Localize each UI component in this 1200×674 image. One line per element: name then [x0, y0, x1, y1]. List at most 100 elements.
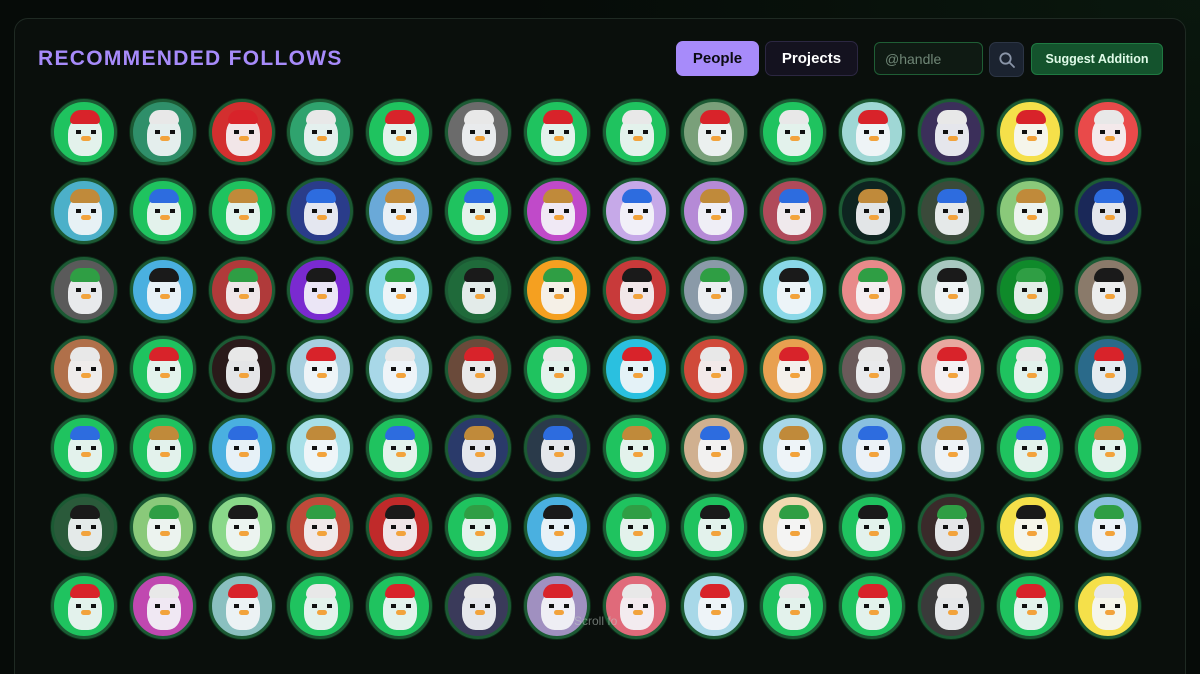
- avatar[interactable]: [51, 415, 117, 481]
- avatar[interactable]: [839, 494, 905, 560]
- avatar[interactable]: [208, 99, 275, 165]
- avatar[interactable]: [839, 415, 905, 481]
- avatar[interactable]: [523, 415, 590, 481]
- avatar[interactable]: [681, 573, 748, 639]
- avatar[interactable]: [523, 257, 590, 323]
- avatar[interactable]: [287, 415, 354, 481]
- avatar[interactable]: [602, 494, 669, 560]
- avatar[interactable]: [1075, 99, 1142, 165]
- avatar[interactable]: [51, 99, 117, 165]
- avatar[interactable]: [51, 178, 117, 244]
- avatar[interactable]: [681, 178, 748, 244]
- avatar[interactable]: [917, 257, 984, 323]
- avatar[interactable]: [366, 178, 433, 244]
- avatar[interactable]: [51, 494, 117, 560]
- avatar[interactable]: [208, 415, 275, 481]
- avatar[interactable]: [917, 178, 984, 244]
- avatar[interactable]: [287, 178, 354, 244]
- avatar[interactable]: [760, 178, 827, 244]
- avatar[interactable]: [51, 336, 117, 402]
- avatar[interactable]: [681, 336, 748, 402]
- avatar[interactable]: [129, 494, 196, 560]
- avatar[interactable]: [602, 99, 669, 165]
- avatar[interactable]: [1075, 573, 1142, 639]
- avatar[interactable]: [366, 573, 433, 639]
- avatar[interactable]: [129, 257, 196, 323]
- avatar[interactable]: [760, 257, 827, 323]
- avatar[interactable]: [51, 257, 117, 323]
- avatar[interactable]: [681, 415, 748, 481]
- avatar[interactable]: [602, 573, 669, 639]
- avatar-hat: [385, 268, 416, 282]
- avatar[interactable]: [681, 494, 748, 560]
- avatar[interactable]: [445, 415, 511, 481]
- avatar[interactable]: [1075, 178, 1142, 244]
- avatar[interactable]: [602, 336, 669, 402]
- avatar[interactable]: [129, 573, 196, 639]
- avatar[interactable]: [1075, 257, 1142, 323]
- avatar[interactable]: [681, 257, 748, 323]
- avatar[interactable]: [129, 99, 196, 165]
- avatar[interactable]: [996, 494, 1063, 560]
- avatar[interactable]: [129, 178, 196, 244]
- avatar[interactable]: [760, 494, 827, 560]
- avatar[interactable]: [917, 99, 984, 165]
- avatar[interactable]: [366, 99, 433, 165]
- avatar[interactable]: [208, 336, 275, 402]
- avatar[interactable]: [917, 336, 984, 402]
- avatar[interactable]: [366, 336, 433, 402]
- avatar[interactable]: [1075, 494, 1142, 560]
- avatar[interactable]: [917, 494, 984, 560]
- avatar[interactable]: [287, 99, 354, 165]
- avatar[interactable]: [839, 573, 905, 639]
- avatar[interactable]: [996, 573, 1063, 639]
- avatar[interactable]: [287, 336, 354, 402]
- avatar[interactable]: [523, 494, 590, 560]
- avatar-hat: [385, 189, 416, 203]
- avatar[interactable]: [760, 336, 827, 402]
- avatar[interactable]: [917, 415, 984, 481]
- avatar[interactable]: [602, 178, 669, 244]
- avatar[interactable]: [523, 573, 590, 639]
- avatar[interactable]: [602, 257, 669, 323]
- avatar[interactable]: [602, 415, 669, 481]
- avatar[interactable]: [839, 99, 905, 165]
- avatar[interactable]: [366, 494, 433, 560]
- avatar[interactable]: [760, 99, 827, 165]
- avatar[interactable]: [208, 178, 275, 244]
- avatar[interactable]: [523, 99, 590, 165]
- avatar[interactable]: [681, 99, 748, 165]
- avatar[interactable]: [51, 573, 117, 639]
- avatar[interactable]: [760, 573, 827, 639]
- avatar[interactable]: [287, 573, 354, 639]
- avatar[interactable]: [208, 257, 275, 323]
- avatar[interactable]: [287, 494, 354, 560]
- avatar[interactable]: [1075, 336, 1142, 402]
- avatar[interactable]: [129, 415, 196, 481]
- avatar[interactable]: [996, 178, 1063, 244]
- avatar[interactable]: [445, 257, 511, 323]
- avatar[interactable]: [445, 494, 511, 560]
- avatar[interactable]: [760, 415, 827, 481]
- avatar[interactable]: [523, 178, 590, 244]
- avatar[interactable]: [287, 257, 354, 323]
- avatar[interactable]: [996, 415, 1063, 481]
- avatar[interactable]: [208, 573, 275, 639]
- avatar[interactable]: [996, 336, 1063, 402]
- avatar[interactable]: [996, 257, 1063, 323]
- avatar[interactable]: [917, 573, 984, 639]
- avatar[interactable]: [445, 573, 511, 639]
- avatar[interactable]: [839, 336, 905, 402]
- avatar[interactable]: [839, 178, 905, 244]
- avatar[interactable]: [523, 336, 590, 402]
- avatar[interactable]: [996, 99, 1063, 165]
- avatar[interactable]: [1075, 415, 1142, 481]
- avatar[interactable]: [839, 257, 905, 323]
- avatar[interactable]: [445, 336, 511, 402]
- avatar[interactable]: [366, 415, 433, 481]
- avatar[interactable]: [208, 494, 275, 560]
- avatar[interactable]: [366, 257, 433, 323]
- avatar[interactable]: [129, 336, 196, 402]
- avatar[interactable]: [445, 99, 511, 165]
- avatar[interactable]: [445, 178, 511, 244]
